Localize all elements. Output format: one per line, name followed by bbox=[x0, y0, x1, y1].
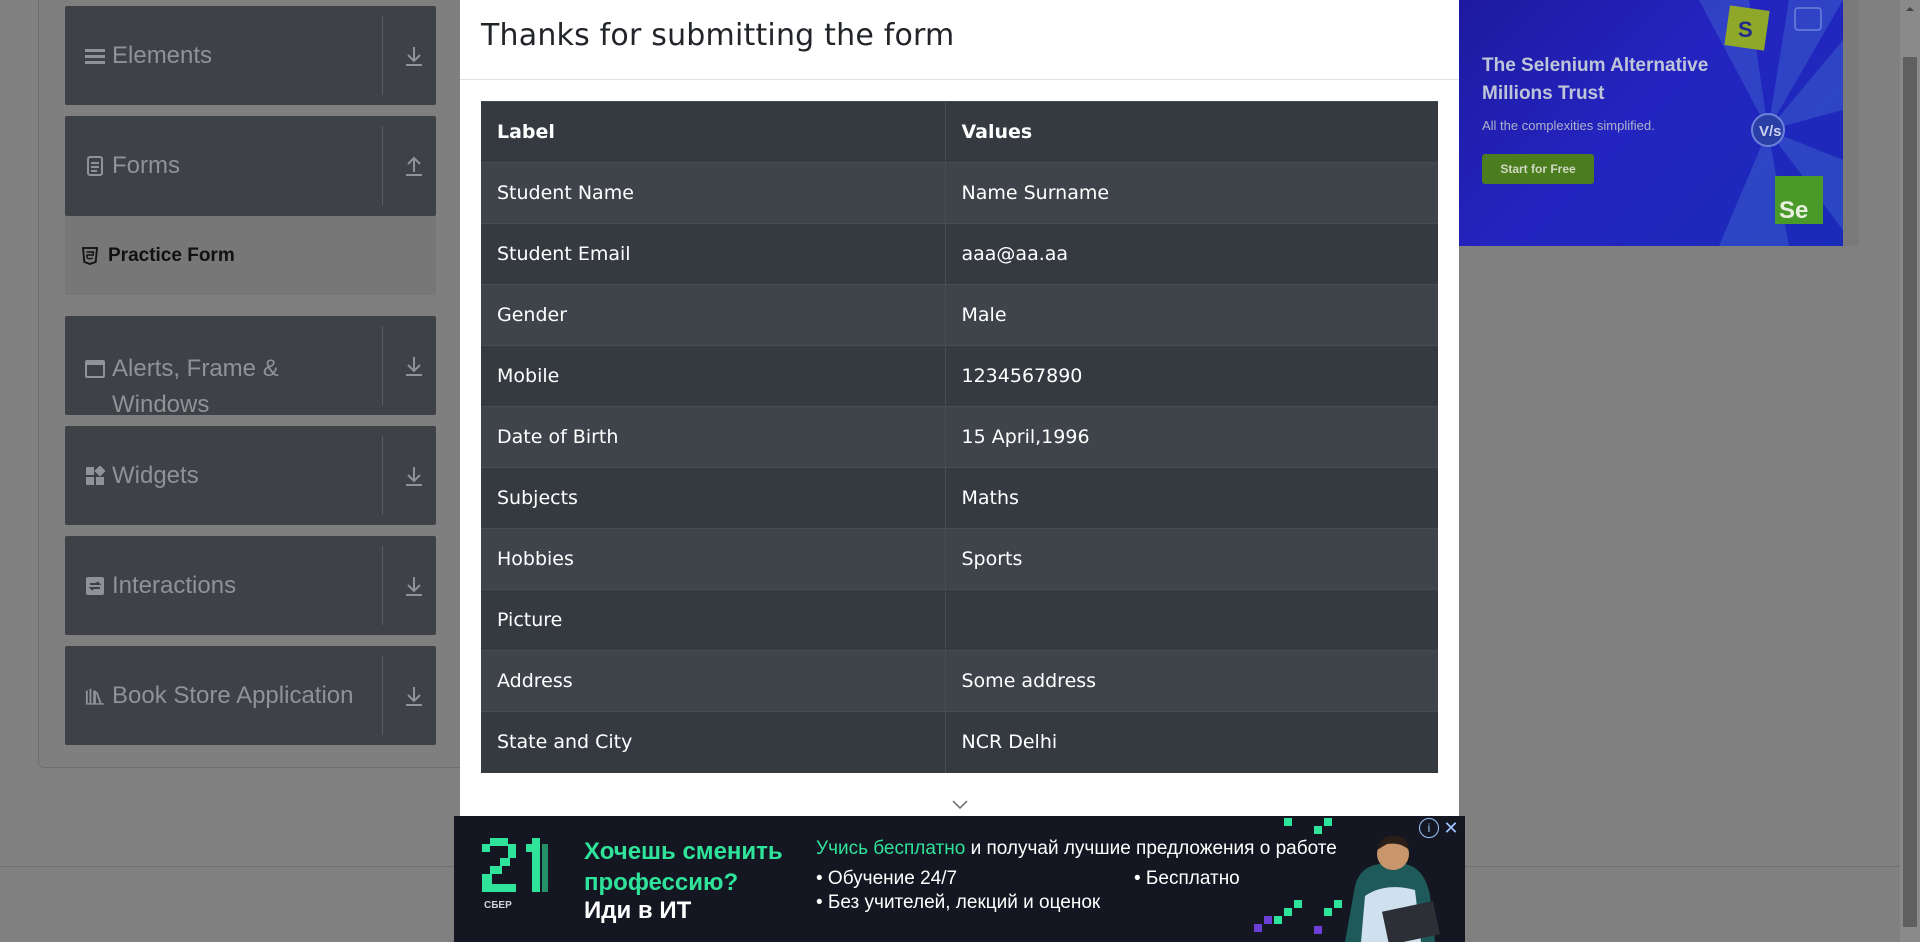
cell-value: Name Surname bbox=[945, 162, 1438, 224]
scroll-thumb[interactable] bbox=[1903, 57, 1917, 927]
cell-value bbox=[945, 589, 1438, 651]
table-row: Mobile 1234567890 bbox=[481, 345, 1438, 407]
download-icon bbox=[402, 354, 426, 378]
table-row: Hobbies Sports bbox=[481, 528, 1438, 590]
school21-logo-icon: СБЕР bbox=[482, 838, 548, 910]
divider bbox=[382, 126, 383, 205]
sidebar-group-label: Book Store Application bbox=[112, 681, 354, 709]
cell-value: Maths bbox=[945, 467, 1438, 529]
sidebar-group-forms[interactable]: Forms bbox=[65, 116, 436, 216]
table-row: Student Email aaa@aa.aa bbox=[481, 223, 1438, 285]
results-table: Label Values Student Name Name Surname St… bbox=[481, 101, 1438, 773]
ad-headline-2: Иди в ИТ bbox=[584, 897, 692, 924]
hamburger-icon bbox=[85, 46, 105, 66]
cell-value: Male bbox=[945, 284, 1438, 346]
svg-text:СБЕР: СБЕР bbox=[484, 900, 512, 910]
table-row: Date of Birth 15 April,1996 bbox=[481, 406, 1438, 468]
interactions-icon bbox=[85, 576, 105, 596]
cell-value: Sports bbox=[945, 528, 1438, 590]
sidebar-group-label: Interactions bbox=[112, 571, 237, 599]
column-header: Values bbox=[945, 101, 1438, 163]
table-header-row: Label Values bbox=[481, 101, 1438, 163]
chevron-down-icon[interactable] bbox=[951, 798, 969, 810]
column-header: Label bbox=[481, 101, 946, 163]
cell-label: Picture bbox=[481, 589, 946, 651]
ad-info-icon[interactable]: i bbox=[1419, 818, 1439, 838]
sidebar-group-label: Widgets bbox=[112, 461, 199, 489]
sidebar-group-widgets[interactable]: Widgets bbox=[65, 426, 436, 525]
sidebar-group-book-store[interactable]: Book Store Application bbox=[65, 646, 436, 745]
download-icon bbox=[402, 684, 426, 708]
cell-label: Hobbies bbox=[481, 528, 946, 590]
sidebar-group-elements[interactable]: Elements bbox=[65, 6, 436, 105]
ad-subtitle: All the complexities simplified. bbox=[1482, 118, 1655, 133]
sidebar-group-alerts[interactable]: Alerts, Frame & Windows bbox=[65, 316, 436, 418]
table-row: Gender Male bbox=[481, 284, 1438, 346]
download-icon bbox=[402, 574, 426, 598]
cell-label: Student Name bbox=[481, 162, 946, 224]
upload-icon bbox=[402, 154, 426, 178]
cell-label: Student Email bbox=[481, 223, 946, 285]
page-scrollbar[interactable] bbox=[1900, 0, 1920, 942]
ad-bullet: • Без учителей, лекций и оценок bbox=[816, 892, 1101, 913]
sidebar-group-label: Alerts, Frame & Windows bbox=[112, 355, 279, 418]
cell-label: Date of Birth bbox=[481, 406, 946, 468]
ad-title: The Selenium Alternative Millions Trust bbox=[1482, 55, 1709, 104]
window-icon bbox=[85, 359, 105, 379]
submission-modal: Thanks for submitting the form Label Val… bbox=[460, 0, 1459, 942]
ad-bullet: • Обучение 24/7 bbox=[816, 868, 958, 889]
modal-title: Thanks for submitting the form bbox=[481, 18, 955, 53]
cell-label: Subjects bbox=[481, 467, 946, 529]
ad-banner-bottom[interactable]: СБЕР Хочешь сменить профессию? Иди в ИТ … bbox=[454, 816, 1465, 942]
cell-value: aaa@aa.aa bbox=[945, 223, 1438, 285]
cell-label: State and City bbox=[481, 711, 946, 773]
svg-text:V/s: V/s bbox=[1759, 123, 1782, 140]
close-icon[interactable]: ✕ bbox=[1441, 818, 1461, 838]
sidebar-group-interactions[interactable]: Interactions bbox=[65, 536, 436, 635]
html5-icon bbox=[82, 246, 100, 265]
cell-label: Address bbox=[481, 650, 946, 712]
cell-value: Some address bbox=[945, 650, 1438, 712]
divider bbox=[382, 16, 383, 95]
divider bbox=[382, 326, 383, 405]
cell-value: 1234567890 bbox=[945, 345, 1438, 407]
table-row: Subjects Maths bbox=[481, 467, 1438, 529]
scroll-up-icon[interactable] bbox=[1905, 4, 1915, 14]
sidebar-group-label: Elements bbox=[112, 41, 213, 69]
svg-text:Se: Se bbox=[1779, 197, 1808, 224]
document-icon bbox=[85, 156, 105, 176]
sidebar-item-label: Practice Form bbox=[108, 244, 235, 266]
divider bbox=[382, 436, 383, 515]
sidebar-group-label: Forms bbox=[112, 152, 180, 179]
widgets-icon bbox=[85, 465, 105, 486]
books-icon bbox=[85, 686, 105, 706]
cell-value: 15 April,1996 bbox=[945, 406, 1438, 468]
download-icon bbox=[402, 464, 426, 488]
ad-banner-top[interactable]: S V/s Se The Selenium Alternative Millio… bbox=[1459, 0, 1859, 246]
ad-pixel-decoration bbox=[1254, 818, 1342, 934]
table-row: Student Name Name Surname bbox=[481, 162, 1438, 224]
sidebar-item-practice-form[interactable]: Practice Form bbox=[65, 216, 436, 295]
modal-header: Thanks for submitting the form bbox=[460, 0, 1459, 80]
divider bbox=[382, 546, 383, 625]
cell-label: Mobile bbox=[481, 345, 946, 407]
table-row: Picture bbox=[481, 589, 1438, 651]
svg-text:S: S bbox=[1738, 17, 1753, 42]
ad-headline: Хочешь сменить профессию? bbox=[584, 838, 783, 896]
download-icon bbox=[402, 44, 426, 68]
cell-value: NCR Delhi bbox=[945, 711, 1438, 773]
cell-label: Gender bbox=[481, 284, 946, 346]
ad-start-button[interactable]: Start for Free bbox=[1482, 154, 1594, 184]
table-row: Address Some address bbox=[481, 650, 1438, 712]
table-row: State and City NCR Delhi bbox=[481, 711, 1438, 773]
divider bbox=[382, 656, 383, 735]
